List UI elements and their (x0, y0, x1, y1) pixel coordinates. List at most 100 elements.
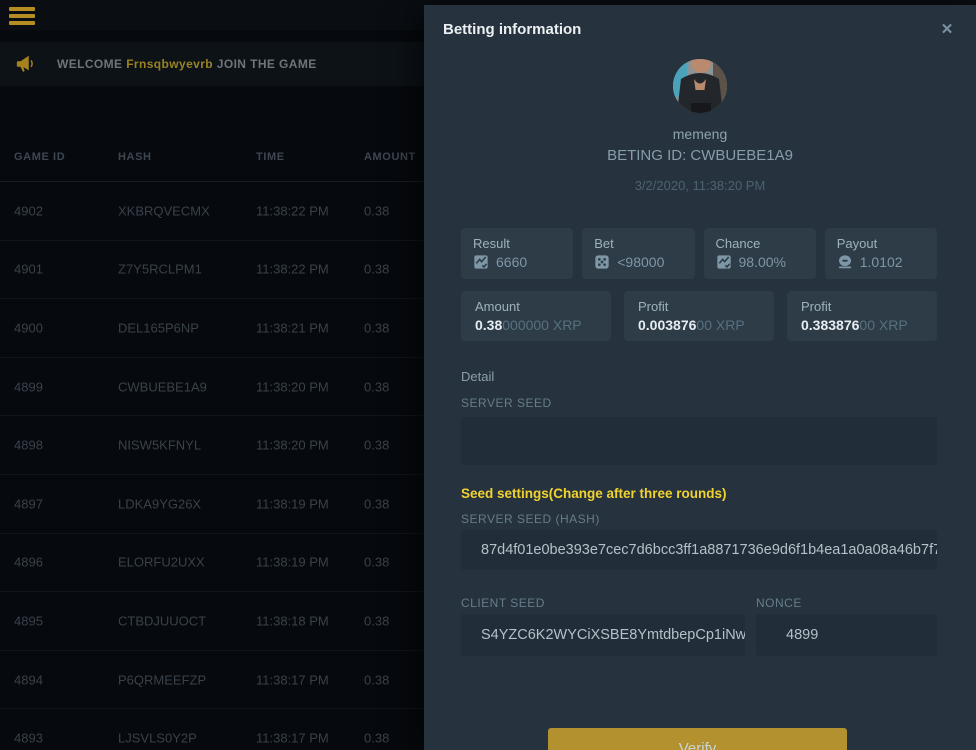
table-cell: 0.38 (364, 731, 389, 746)
nonce-field[interactable]: 4899 (756, 614, 937, 656)
chart-icon (473, 254, 489, 270)
table-row[interactable]: 4897 LDKA9YG26X 11:38:19 PM 0.38 (0, 475, 424, 534)
table-cell: 4894 (14, 672, 43, 687)
table-cell: DEL165P6NP (118, 320, 199, 335)
bets-table-body: 4902 XKBRQVECMX 11:38:22 PM 0.38 4901 Z7Y5RCL… (0, 182, 424, 750)
table-row[interactable]: 4898 NISW5KFNYL 11:38:20 PM 0.38 (0, 416, 424, 475)
table-cell: 11:38:17 PM (256, 672, 329, 687)
table-cell: NISW5KFNYL (118, 438, 201, 453)
table-cell: 11:38:21 PM (256, 320, 329, 335)
col-hash: HASH (118, 151, 152, 163)
col-time: TIME (256, 151, 285, 163)
table-cell: 4893 (14, 731, 43, 746)
amount-label: Profit (638, 299, 760, 314)
welcome-banner: WELCOME Frnsqbwyevrb JOIN THE GAME (0, 42, 424, 86)
table-cell: 11:38:19 PM (256, 555, 329, 570)
seed-settings-title: Seed settings(Change after three rounds) (461, 486, 727, 501)
table-cell: 4895 (14, 613, 43, 628)
betting-information-modal: Betting information ✕ memeng BETING ID: … (424, 5, 976, 750)
welcome-message: WELCOME Frnsqbwyevrb JOIN THE GAME (57, 57, 317, 71)
table-cell: 0.38 (364, 672, 389, 687)
stat-value-text: 6660 (496, 254, 527, 270)
table-cell: 0.38 (364, 613, 389, 628)
bets-table-header: GAME ID HASH TIME AMOUNT (0, 132, 424, 182)
stat-value: 98.00% (716, 254, 804, 270)
amount-label: Amount (475, 299, 597, 314)
verify-button[interactable]: Verify (548, 728, 847, 750)
betting-app: WELCOME Frnsqbwyevrb JOIN THE GAME GAME … (0, 0, 976, 750)
client-seed-label: CLIENT SEED (461, 596, 545, 610)
stat-value-text: 98.00% (739, 254, 786, 270)
table-cell: 0.38 (364, 320, 389, 335)
table-cell: P6QRMEEFZP (118, 672, 206, 687)
menu-icon[interactable] (9, 7, 35, 25)
table-cell: 4901 (14, 262, 43, 277)
table-cell: CWBUEBE1A9 (118, 379, 207, 394)
amount-card-profit: Profit0.38387600 XRP (787, 291, 937, 341)
stat-card-result: Result6660 (461, 228, 573, 279)
table-cell: XKBRQVECMX (118, 203, 210, 218)
coin-icon (837, 254, 853, 270)
stat-card-payout: Payout 1.0102 (825, 228, 937, 279)
table-cell: 0.38 (364, 379, 389, 394)
stat-card-chance: Chance 98.00% (704, 228, 816, 279)
table-cell: LDKA9YG26X (118, 496, 201, 511)
server-seed-label: SERVER SEED (461, 396, 552, 410)
modal-title: Betting information (443, 21, 581, 38)
table-cell: CTBDJUUOCT (118, 613, 206, 628)
table-cell: 11:38:22 PM (256, 203, 329, 218)
chart-icon (716, 254, 732, 270)
dice-icon (594, 254, 610, 270)
stat-label: Chance (716, 236, 804, 251)
table-row[interactable]: 4896ELORFU2UXX11:38:19 PM0.38 (0, 534, 424, 593)
col-game-id: GAME ID (14, 151, 65, 163)
table-cell: 0.38 (364, 555, 389, 570)
amounts-row: Amount 0.38000000 XRP Profit 0.00387600 XRP… (461, 291, 937, 341)
amount-value: 0.00387600 XRP (638, 317, 760, 333)
table-row[interactable]: 4902 XKBRQVECMX 11:38:22 PM 0.38 (0, 182, 424, 241)
amount-card-profit: Profit 0.00387600 XRP (624, 291, 774, 341)
server-seed-field[interactable] (461, 417, 937, 465)
server-seed-hash-label: SERVER SEED (HASH) (461, 512, 600, 526)
table-cell: 11:38:18 PM (256, 613, 329, 628)
table-cell: 4899 (14, 379, 43, 394)
table-cell: 0.38 (364, 438, 389, 453)
table-row[interactable]: 4894 P6QRMEEFZP 11:38:17 PM 0.38 (0, 651, 424, 710)
stat-card-bet: Bet <98000 (582, 228, 694, 279)
stat-value: 6660 (473, 254, 561, 270)
stat-value: <98000 (594, 254, 682, 270)
table-row[interactable]: 4893LJSVLS0Y2P11:38:17 PM0.38 (0, 709, 424, 750)
megaphone-icon (14, 53, 38, 75)
stat-label: Payout (837, 236, 925, 251)
table-cell: 0.38 (364, 496, 389, 511)
table-cell: 11:38:22 PM (256, 262, 329, 277)
stat-value-text: 1.0102 (860, 254, 903, 270)
server-seed-hash-field[interactable]: 87d4f01e0be393e7cec7d6bcc3ff1a8871736e9d… (461, 530, 937, 570)
col-amount: AMOUNT (364, 151, 416, 163)
table-cell: 0.38 (364, 203, 389, 218)
table-cell: 4900 (14, 320, 43, 335)
amount-card-amount: Amount 0.38000000 XRP (461, 291, 611, 341)
table-cell: 4902 (14, 203, 43, 218)
table-cell: Z7Y5RCLPM1 (118, 262, 202, 277)
bet-datetime: 3/2/2020, 11:38:20 PM (424, 178, 976, 193)
player-name: memeng (424, 126, 976, 142)
table-cell: 0.38 (364, 262, 389, 277)
table-cell: 11:38:20 PM (256, 438, 329, 453)
table-cell: 4897 (14, 496, 43, 511)
table-row[interactable]: 4901 Z7Y5RCLPM1 11:38:22 PM 0.38 (0, 241, 424, 300)
stat-value-text: <98000 (617, 254, 664, 270)
betting-id: BETING ID: CWBUEBE1A9 (424, 147, 976, 164)
table-row[interactable]: 4899CWBUEBE1A911:38:20 PM0.38 (0, 358, 424, 417)
table-cell: 11:38:19 PM (256, 496, 329, 511)
amount-value: 0.38000000 XRP (475, 317, 597, 333)
nonce-label: NONCE (756, 596, 802, 610)
stat-label: Bet (594, 236, 682, 251)
table-row[interactable]: 4895 CTBDJUUOCT 11:38:18 PM 0.38 (0, 592, 424, 651)
client-seed-field[interactable]: S4YZC6K2WYCiXSBE8YmtdbepCp1iNwz (461, 614, 745, 656)
table-cell: 4898 (14, 438, 43, 453)
table-row[interactable]: 4900 DEL165P6NP 11:38:21 PM 0.38 (0, 299, 424, 358)
stats-row: Result6660 Bet <98000 Chance 98.00% Payout 1.0… (461, 228, 937, 279)
welcome-username: Frnsqbwyevrb (126, 57, 213, 71)
close-icon[interactable]: ✕ (936, 19, 958, 41)
